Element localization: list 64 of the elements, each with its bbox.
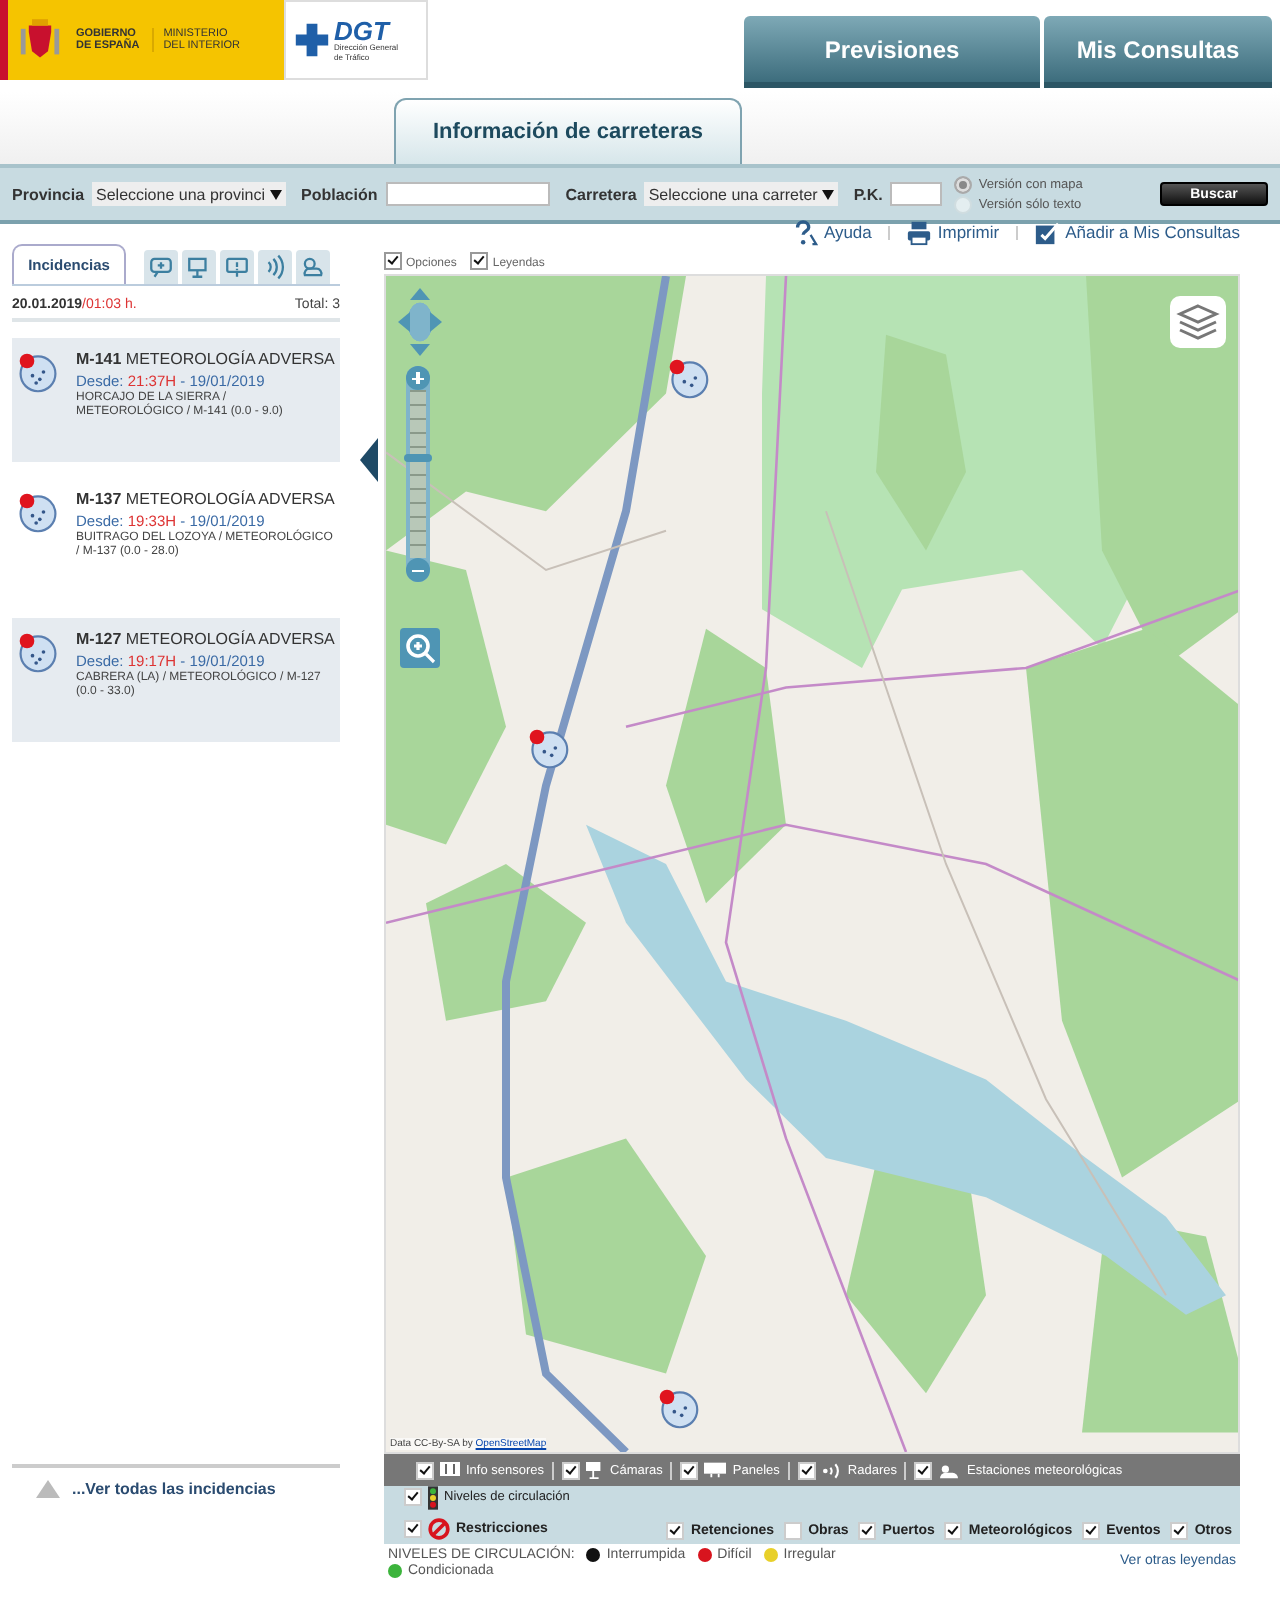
toolbar-link[interactable]: Añadir a Mis Consultas (1065, 222, 1240, 242)
nav-tab[interactable]: Mis Consultas (1044, 16, 1272, 88)
help-icon (791, 219, 818, 245)
traffic-light-icon (428, 1485, 438, 1509)
incident-title: M-137 METEOROLOGÍA ADVERSA (76, 490, 336, 510)
weather-marker-icon[interactable] (666, 356, 710, 400)
layers-icon[interactable] (1170, 296, 1226, 348)
radar-icon (821, 1461, 842, 1479)
zoom-out-icon[interactable] (406, 558, 430, 582)
cross-logo-icon (294, 22, 330, 58)
checkbox[interactable] (562, 1461, 581, 1479)
weather-alert-icon (16, 350, 60, 394)
checkbox[interactable] (384, 252, 402, 270)
road-label: Carretera (565, 185, 637, 203)
panel-tab[interactable] (220, 250, 254, 284)
incident-title: M-127 METEOROLOGÍA ADVERSA (76, 630, 336, 650)
zoom-magnifier-icon[interactable] (400, 628, 440, 668)
road-select[interactable]: Seleccione una carreter (644, 182, 838, 206)
checkbox[interactable] (404, 1488, 422, 1506)
weather-marker-icon[interactable] (526, 726, 570, 770)
triangle-icon (36, 1480, 60, 1498)
checkbox[interactable] (470, 252, 489, 270)
weather-alert-icon (16, 490, 60, 534)
sensor-icon (440, 1462, 460, 1478)
toolbar-link[interactable]: Ayuda (823, 222, 872, 242)
checkbox[interactable] (858, 1522, 877, 1540)
zoom-slider[interactable] (406, 366, 430, 582)
province-label: Provincia (12, 185, 85, 203)
town-input[interactable] (385, 182, 550, 206)
nav-tab[interactable]: Previsiones (744, 16, 1040, 88)
weather-alert-icon (16, 630, 60, 674)
radar-tab[interactable] (258, 250, 292, 284)
zoom-in-icon[interactable] (406, 366, 430, 390)
zoom-thumb[interactable] (404, 453, 432, 462)
checkbox[interactable] (680, 1461, 699, 1479)
weather-tab[interactable] (296, 250, 330, 284)
checkbox[interactable] (416, 1461, 434, 1479)
checkbox[interactable] (404, 1520, 422, 1538)
town-label: Población (301, 185, 378, 203)
radio-button[interactable] (954, 195, 973, 213)
panel-icon (704, 1462, 727, 1478)
prohibited-icon (428, 1518, 450, 1540)
checkbox[interactable] (666, 1522, 685, 1540)
checkbox[interactable] (914, 1461, 933, 1479)
radio-button[interactable] (954, 175, 973, 193)
checked-box-icon (1033, 219, 1060, 245)
camera-icon (586, 1461, 605, 1479)
printer-icon (905, 219, 932, 245)
incident-title: M-141 METEOROLOGÍA ADVERSA (76, 350, 336, 370)
km-input[interactable] (890, 182, 943, 206)
checkbox[interactable] (784, 1522, 803, 1540)
section-tab[interactable]: Información de carreteras (394, 98, 742, 164)
checkbox[interactable] (1170, 1522, 1189, 1540)
weather-marker-icon[interactable] (656, 1386, 700, 1430)
toolbar-link[interactable]: Imprimir (937, 222, 1000, 242)
dgt-logo-text: DGT (334, 18, 391, 45)
province-select[interactable]: Seleccione una provinci (92, 182, 286, 206)
sensor-tab[interactable] (144, 250, 178, 284)
camera-tab[interactable] (182, 250, 216, 284)
checkbox[interactable] (797, 1461, 816, 1479)
km-label: P.K. (853, 185, 883, 203)
checkbox[interactable] (1082, 1522, 1101, 1540)
see-all-link[interactable]: ...Ver todas las incidencias (72, 1480, 276, 1498)
checkbox[interactable] (944, 1522, 963, 1540)
